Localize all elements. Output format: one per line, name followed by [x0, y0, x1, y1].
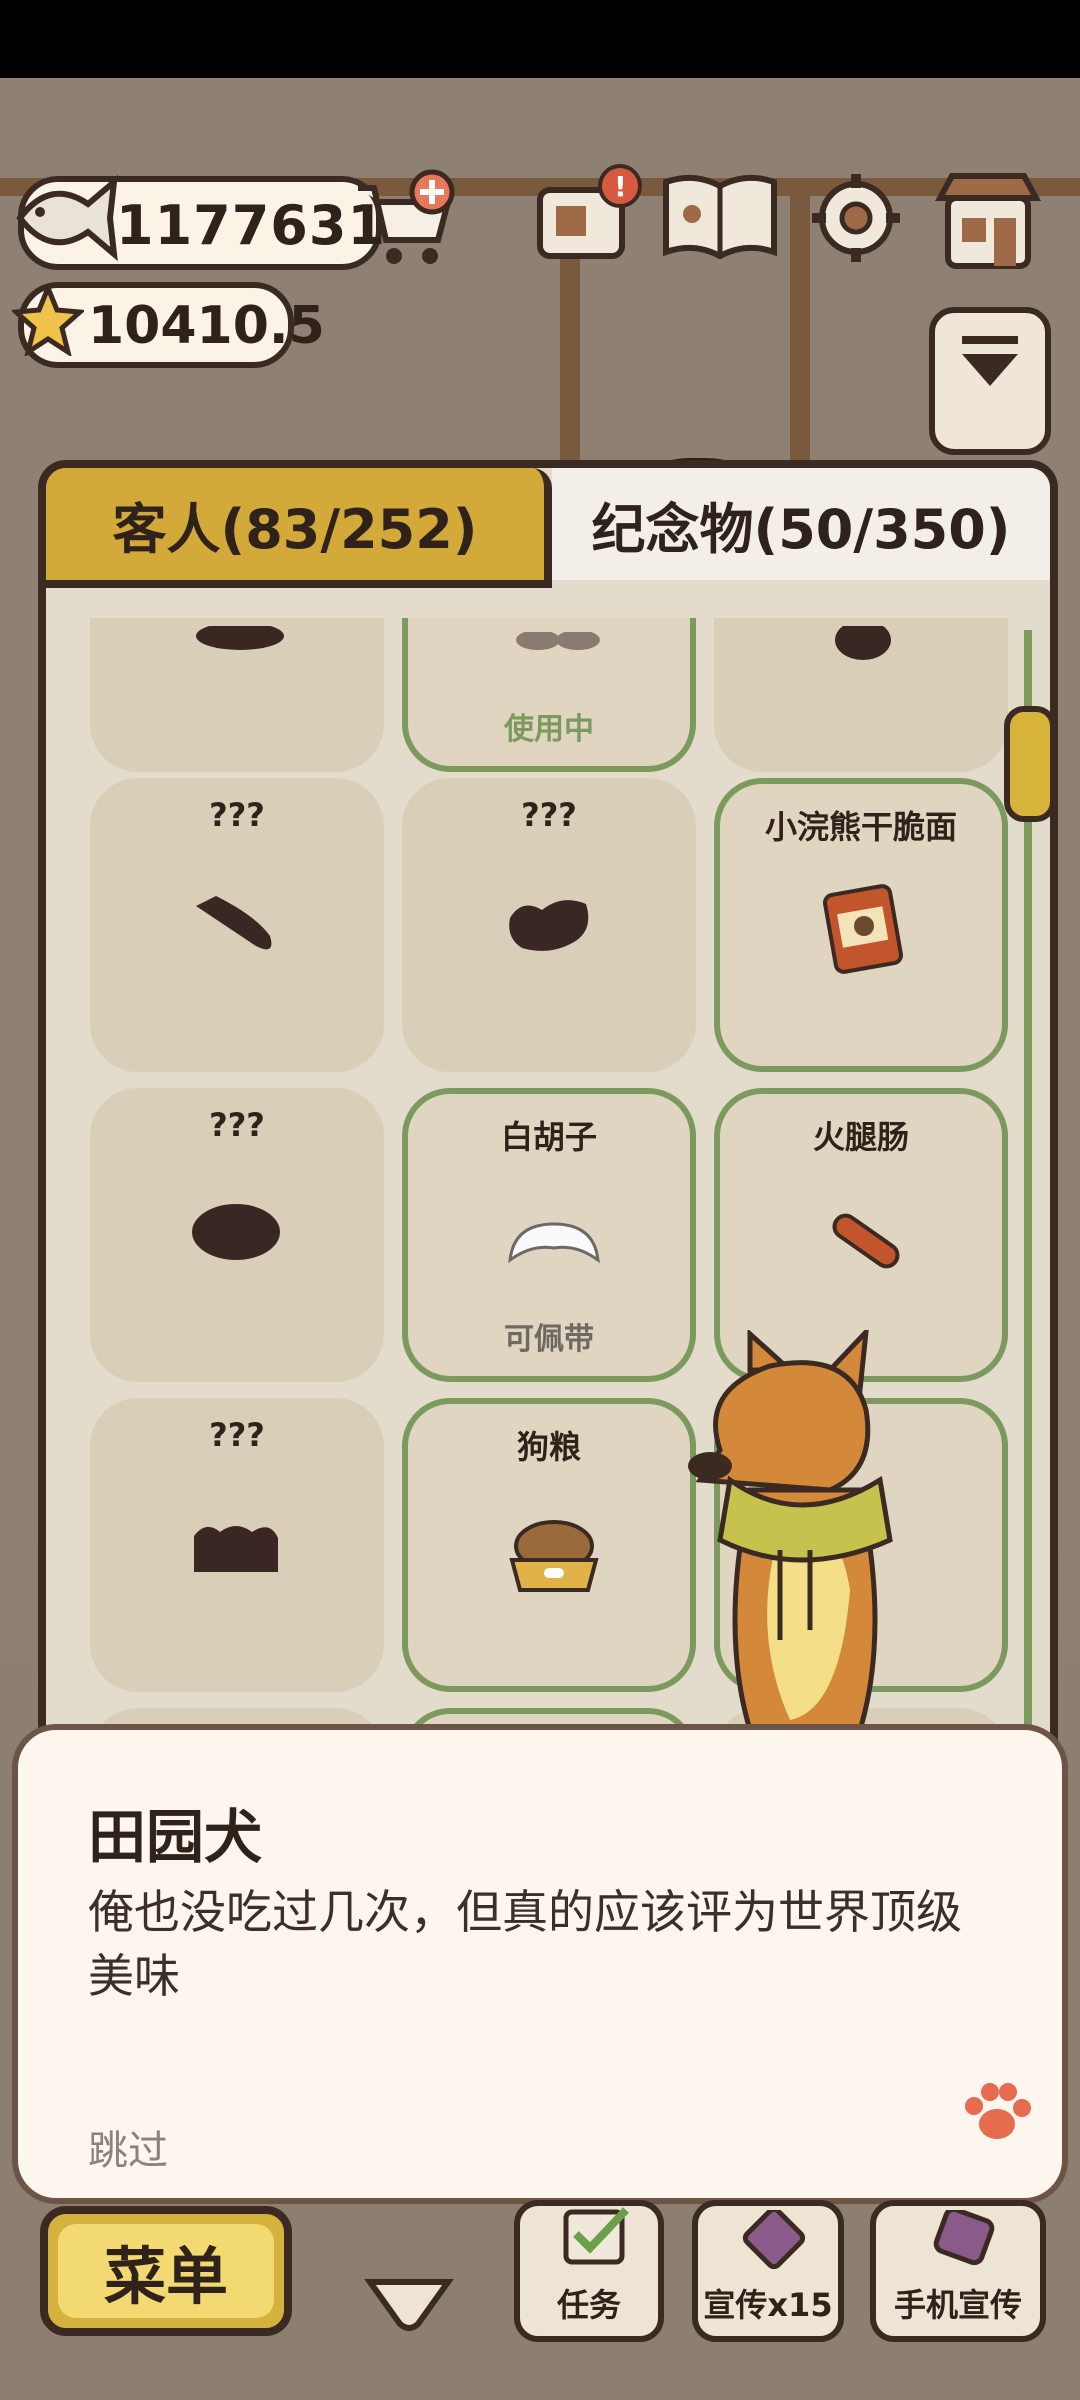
promote-button[interactable]: 宣传x15	[692, 2200, 844, 2342]
item-title: 白胡子	[500, 1118, 597, 1156]
book-icon[interactable]	[660, 168, 780, 268]
paw-icon[interactable]	[962, 2082, 1032, 2144]
speaker-name: 田园犬	[88, 1803, 263, 1871]
silhouette-item	[835, 626, 891, 660]
item-title: ???	[209, 1416, 265, 1454]
fish-value: 1177631	[116, 194, 387, 257]
souvenir-slot[interactable]: 使用中	[402, 618, 696, 772]
ham-sausage-icon	[832, 1213, 900, 1269]
scroll-handle[interactable]	[1004, 706, 1056, 822]
collapse-arrow-icon[interactable]	[928, 306, 1052, 456]
souvenir-slot[interactable]: ???	[90, 778, 384, 1072]
shop-icon[interactable]	[932, 168, 1044, 272]
souvenir-slot[interactable]: 小浣熊干脆面	[714, 778, 1008, 1072]
item-title: 小浣熊干脆面	[764, 808, 957, 846]
star-value: 10410.5	[88, 296, 325, 356]
fish-icon	[16, 174, 118, 262]
item-title: 狗粮	[516, 1428, 581, 1466]
promote-label: 宣传x15	[703, 2286, 833, 2324]
tasks-label: 任务	[556, 2286, 621, 2324]
white-beard-icon	[508, 1222, 600, 1264]
rural-dog-character	[688, 1330, 893, 1733]
phone-icon	[933, 2210, 995, 2266]
star-icon	[12, 284, 84, 356]
tab-guests[interactable]: 客人(83/252)	[46, 468, 552, 588]
item-title: 火腿肠	[812, 1118, 909, 1156]
item-title: ???	[521, 796, 577, 834]
phone-promote-label: 手机宣传	[893, 2286, 1022, 2324]
svg-text:!: !	[614, 170, 627, 203]
dialogue-text: 俺也没吃过几次，但真的应该评为世界顶级美味	[88, 1885, 962, 2003]
silhouette-item	[196, 896, 272, 950]
status-wearable: 可佩带	[504, 1322, 594, 1357]
tasks-button[interactable]: 任务	[514, 2200, 664, 2342]
souvenir-slot[interactable]: ???	[402, 778, 696, 1072]
souvenir-slot[interactable]: ???	[90, 1398, 384, 1692]
silhouette-item	[194, 1526, 278, 1572]
letter-icon[interactable]: !	[534, 160, 644, 270]
silhouette-item	[196, 626, 284, 650]
silhouette-item	[192, 1204, 280, 1260]
chevron-down-icon[interactable]	[364, 2274, 454, 2334]
silhouette-item	[509, 900, 589, 951]
souvenir-slot[interactable]: ???	[90, 1088, 384, 1382]
souvenir-slot[interactable]: 白胡子 可佩带	[402, 1088, 696, 1382]
item-icon	[516, 632, 600, 650]
dialogue-box[interactable]: 田园犬 俺也没吃过几次，但真的应该评为世界顶级美味 跳过	[12, 1724, 1068, 2204]
menu-label: 菜单	[58, 2224, 274, 2318]
menu-button[interactable]: 菜单	[40, 2206, 292, 2336]
item-title: ???	[209, 796, 265, 834]
status-in-use: 使用中	[504, 712, 594, 747]
flyer-icon	[742, 2210, 806, 2270]
souvenir-slot[interactable]: 狗粮	[402, 1398, 696, 1692]
cart-plus-icon[interactable]	[352, 168, 456, 272]
checklist-icon	[563, 2207, 629, 2265]
skip-button[interactable]: 跳过	[88, 2118, 168, 2176]
dog-food-bowl-icon	[509, 1520, 599, 1592]
instant-noodle-icon	[822, 884, 904, 974]
phone-promote-button[interactable]: 手机宣传	[870, 2200, 1046, 2342]
souvenir-slot[interactable]	[714, 618, 1008, 772]
tab-souvenirs[interactable]: 纪念物(50/350)	[552, 468, 1050, 580]
status-bar	[0, 0, 1080, 78]
item-title: ???	[209, 1106, 265, 1144]
souvenir-slot[interactable]	[90, 618, 384, 772]
gear-icon[interactable]	[808, 170, 904, 266]
